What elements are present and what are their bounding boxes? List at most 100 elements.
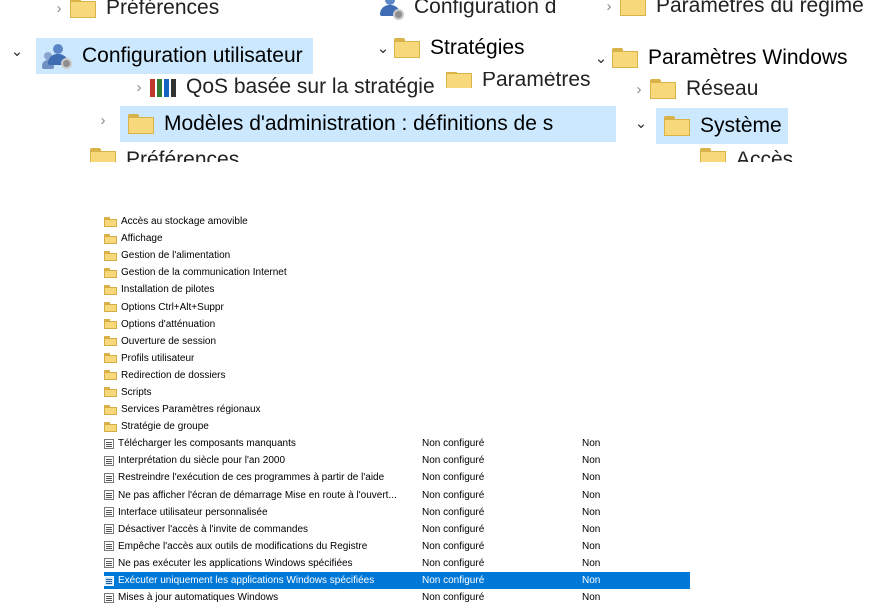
folder-icon [104,216,117,227]
setting-label: Ne pas exécuter les applications Windows… [118,557,353,569]
setting-name-cell: Interface utilisateur personnalisée [104,507,422,518]
folder-name-cell: Services Paramètres régionaux [104,404,422,415]
folder-icon [104,421,117,432]
tree-item-parametres-windows[interactable]: ⌄ Paramètres Windows [590,46,848,70]
setting-label: Exécuter uniquement les applications Win… [118,575,375,587]
tree-item-modeles-administration[interactable]: Modèles d'administration : définitions d… [120,106,616,142]
tree-expander-systeme[interactable]: ⌄ [630,114,652,132]
setting-row-selected[interactable]: Exécuter uniquement les applications Win… [104,571,690,590]
setting-row[interactable]: Mises à jour automatiques Windows Non con… [104,589,690,606]
policy-setting-icon [104,507,114,518]
setting-state: Non configuré [422,592,485,604]
tree-item-preferences-bottom[interactable]: Préférences [90,148,239,162]
folder-icon [104,336,117,347]
folder-row[interactable]: Options d'atténuation [104,316,690,333]
folder-row[interactable]: Gestion de la communication Internet [104,264,690,281]
setting-name-cell: Interprétation du siècle pour l'an 2000 [104,455,422,466]
folder-label: Affichage [121,233,163,245]
chevron-down-icon[interactable]: ⌄ [372,39,394,57]
chevron-down-icon[interactable]: ⌄ [630,114,652,132]
folder-row[interactable]: Stratégie de groupe [104,418,690,435]
folder-icon [104,370,117,381]
folder-icon [104,302,117,313]
setting-name-cell: Mises à jour automatiques Windows [104,592,422,603]
tree-item-qos[interactable]: › QoS basée sur la stratégie [128,76,435,98]
folder-row[interactable]: Profils utilisateur [104,350,690,367]
folder-icon [104,284,117,295]
folder-label: Options Ctrl+Alt+Suppr [121,301,224,313]
folder-row[interactable]: Options Ctrl+Alt+Suppr [104,298,690,315]
folder-icon [104,404,117,415]
setting-comment: Non [582,472,601,484]
setting-comment: Non [582,455,601,467]
policy-setting-icon [104,541,114,552]
zoomed-tree-strip: › Préférences Configuration d › Paramètr… [0,0,889,162]
folder-row[interactable]: Accès au stockage amovible [104,213,690,230]
folder-icon [128,114,154,134]
folder-name-cell: Gestion de l'alimentation [104,250,422,261]
setting-name-cell: Empêche l'accès aux outils de modificati… [104,541,422,552]
folder-name-cell: Affichage [104,233,422,244]
setting-row[interactable]: Télécharger les composants manquants Non … [104,435,690,452]
setting-label: Interprétation du siècle pour l'an 2000 [118,455,286,467]
tree-item-systeme[interactable]: Système [656,108,788,144]
folder-label: Services Paramètres régionaux [121,404,261,416]
folder-label: Gestion de la communication Internet [121,267,287,279]
setting-label: Télécharger les composants manquants [118,438,296,450]
setting-comment: Non [582,489,601,501]
tree-item-preferences-top[interactable]: › Préférences [48,0,219,20]
tree-item-config-utilisateur[interactable]: Configuration utilisateur [36,38,313,74]
tree-item-parametres-regionaux[interactable]: › Paramètres du régime [598,0,864,18]
folder-row[interactable]: Ouverture de session [104,333,690,350]
chevron-down-icon[interactable]: ⌄ [6,42,28,60]
setting-label: Empêche l'accès aux outils de modificati… [118,540,368,552]
chevron-right-icon[interactable]: › [628,81,650,98]
folder-icon [394,38,420,58]
setting-row[interactable]: Ne pas afficher l'écran de démarrage Mis… [104,487,690,504]
chevron-right-icon[interactable]: › [92,112,114,129]
folder-label: Installation de pilotes [121,284,215,296]
setting-row[interactable]: Restreindre l'exécution de ces programme… [104,469,690,486]
folder-row[interactable]: Gestion de l'alimentation [104,247,690,264]
folder-icon [664,116,690,136]
folder-label: Redirection de dossiers [121,369,226,381]
tree-item-parametres[interactable]: Paramètres [446,72,591,88]
folder-row[interactable]: Scripts [104,384,690,401]
setting-comment: Non [582,592,601,604]
policy-setting-icon [104,472,114,483]
setting-row[interactable]: Interface utilisateur personnalisée Non c… [104,504,690,521]
tree-item-config-ordinateur[interactable]: Configuration d [370,0,556,20]
chevron-down-icon[interactable]: ⌄ [590,49,612,67]
folder-label: Accès au stockage amovible [121,216,248,228]
setting-state: Non configuré [422,557,485,569]
folder-icon [104,233,117,244]
folder-icon [700,148,726,162]
tree-expander-modeles[interactable]: › [92,112,114,129]
setting-comment: Non [582,575,601,587]
folder-icon [70,0,96,18]
qos-chart-icon [150,77,176,97]
setting-row[interactable]: Empêche l'accès aux outils de modificati… [104,538,690,555]
setting-comment: Non [582,523,601,535]
folder-row[interactable]: Installation de pilotes [104,281,690,298]
folder-row[interactable]: Affichage [104,230,690,247]
folder-label: Ouverture de session [121,335,217,347]
setting-comment: Non [582,557,601,569]
chevron-right-icon[interactable]: › [128,79,150,96]
tree-expander-config-utilisateur[interactable]: ⌄ [6,42,28,60]
folder-row[interactable]: Services Paramètres régionaux [104,401,690,418]
tree-item-reseau[interactable]: › Réseau [628,78,759,100]
setting-row[interactable]: Désactiver l'accès à l'invite de command… [104,521,690,538]
setting-row[interactable]: Interprétation du siècle pour l'an 2000 N… [104,452,690,469]
chevron-right-icon[interactable]: › [48,0,70,17]
setting-label: Désactiver l'accès à l'invite de command… [118,523,309,535]
chevron-right-icon[interactable]: › [598,0,620,15]
tree-item-strategies[interactable]: ⌄ Stratégies [372,36,525,60]
setting-row[interactable]: Ne pas exécuter les applications Windows… [104,555,690,572]
folder-row[interactable]: Redirection de dossiers [104,367,690,384]
setting-state: Non configuré [422,489,485,501]
folder-name-cell: Redirection de dossiers [104,370,422,381]
tree-item-acces[interactable]: Accès [700,148,793,162]
setting-name-cell: Restreindre l'exécution de ces programme… [104,472,422,483]
folder-icon [104,319,117,330]
